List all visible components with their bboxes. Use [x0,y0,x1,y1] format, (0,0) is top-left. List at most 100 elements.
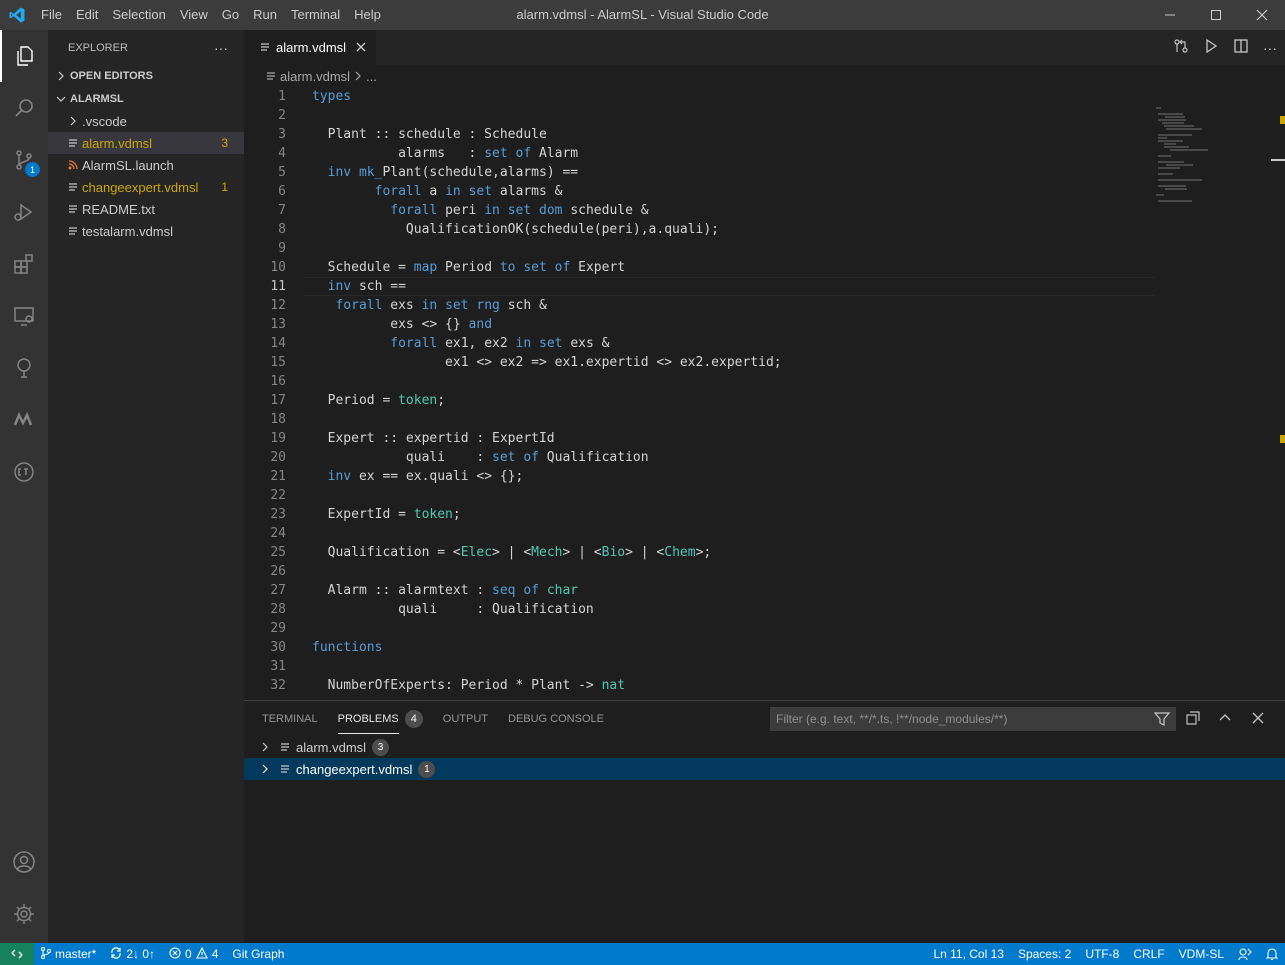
git-branch[interactable]: master* [34,943,103,965]
code-line[interactable]: 9 [244,239,1154,258]
source-control-icon[interactable]: 1 [0,134,48,186]
problem-file-row[interactable]: changeexpert.vdmsl 1 [244,758,1285,780]
tab-terminal[interactable]: TERMINAL [252,701,328,736]
code-line[interactable]: 1 types [244,87,1154,106]
menu-run[interactable]: Run [246,0,284,30]
run-debug-icon[interactable] [0,186,48,238]
maximize-button[interactable] [1193,0,1239,30]
encoding[interactable]: UTF-8 [1078,943,1126,965]
code-line[interactable]: 20 quali : set of Qualification [244,448,1154,467]
code-line[interactable]: 27 Alarm :: alarmtext : seq of char [244,581,1154,600]
file-lines-icon [68,182,82,192]
git-graph-button[interactable]: Git Graph [225,943,291,965]
code-line[interactable]: 23 ExpertId = token; [244,505,1154,524]
maximize-panel-icon[interactable] [1214,707,1236,729]
tab-alarm-vdmsl[interactable]: alarm.vdmsl [244,30,377,65]
close-window-button[interactable] [1239,0,1285,30]
code-line[interactable]: 32 NumberOfExperts: Period * Plant -> na… [244,676,1154,695]
indentation[interactable]: Spaces: 2 [1011,943,1078,965]
code-line[interactable]: 8 QualificationOK(schedule(peri),a.quali… [244,220,1154,239]
file-item-alarmsl-launch[interactable]: AlarmSL.launch [48,154,244,176]
code-line[interactable]: 6 forall a in set alarms & [244,182,1154,201]
code-line[interactable]: 10 Schedule = map Period to set of Exper… [244,258,1154,277]
language-mode[interactable]: VDM-SL [1172,943,1231,965]
tree-view-icon[interactable] [0,342,48,394]
explorer-icon[interactable] [0,30,48,82]
menu-help[interactable]: Help [347,0,388,30]
combinatorial-testing-icon[interactable] [0,446,48,498]
minimap[interactable] [1156,87,1271,700]
file-item-changeexpert[interactable]: changeexpert.vdmsl 1 [48,176,244,198]
menu-selection[interactable]: Selection [105,0,172,30]
code-line[interactable]: 30 functions [244,638,1154,657]
settings-gear-icon[interactable] [0,888,48,940]
problem-file-row[interactable]: alarm.vdmsl 3 [244,736,1285,758]
collapse-all-icon[interactable] [1182,707,1204,729]
code-line[interactable]: 21 inv ex == ex.quali <> {}; [244,467,1154,486]
status-bar: master* 2↓ 0↑ 0 4 Git Graph Ln 11, Col 1… [0,943,1285,965]
close-panel-icon[interactable] [1247,707,1269,729]
code-line[interactable]: 19 Expert :: expertid : ExpertId [244,429,1154,448]
more-actions-icon[interactable]: ··· [1263,40,1277,56]
file-item-vscode[interactable]: .vscode [48,110,244,132]
menu-edit[interactable]: Edit [69,0,105,30]
code-line[interactable]: 2 [244,106,1154,125]
git-sync[interactable]: 2↓ 0↑ [103,943,162,965]
vdm-extension-icon[interactable] [0,394,48,446]
code-line[interactable]: 31 [244,657,1154,676]
code-line[interactable]: 12 forall exs in set rng sch & [244,296,1154,315]
remote-indicator-icon[interactable] [0,943,34,965]
menu-file[interactable]: File [34,0,69,30]
file-item-readme[interactable]: README.txt [48,198,244,220]
split-editor-icon[interactable] [1233,38,1249,57]
file-item-alarm[interactable]: alarm.vdmsl 3 [48,132,244,154]
code-line[interactable]: 29 [244,619,1154,638]
vertical-scrollbar[interactable] [1271,87,1285,700]
breadcrumb-symbol[interactable]: ... [366,69,377,84]
code-line[interactable]: 25 Qualification = <Elec> | <Mech> | <Bi… [244,543,1154,562]
filter-icon[interactable] [1153,711,1171,730]
code-line[interactable]: 13 exs <> {} and [244,315,1154,334]
code-line[interactable]: 28 quali : Qualification [244,600,1154,619]
open-editors-section[interactable]: OPEN EDITORS [48,65,244,87]
code-line[interactable]: 17 Period = token; [244,391,1154,410]
code-line[interactable]: 3 Plant :: schedule : Schedule [244,125,1154,144]
accounts-icon[interactable] [0,836,48,888]
menu-terminal[interactable]: Terminal [284,0,347,30]
menu-go[interactable]: Go [215,0,246,30]
tab-output[interactable]: OUTPUT [433,701,498,736]
code-line[interactable]: 15 ex1 <> ex2 => ex1.expertid <> ex2.exp… [244,353,1154,372]
notifications-bell-icon[interactable] [1259,943,1285,965]
code-line[interactable]: 22 [244,486,1154,505]
code-line[interactable]: 18 [244,410,1154,429]
project-section[interactable]: ALARMSL [48,88,244,110]
breadcrumb-file[interactable]: alarm.vdmsl [280,69,350,84]
line-ending[interactable]: CRLF [1126,943,1171,965]
more-actions-icon[interactable]: ··· [214,40,228,56]
code-line[interactable]: 5 inv mk_Plant(schedule,alarms) == [244,163,1154,182]
search-icon[interactable] [0,82,48,134]
remote-explorer-icon[interactable] [0,290,48,342]
minimize-button[interactable] [1147,0,1193,30]
file-item-testalarm[interactable]: testalarm.vdmsl [48,220,244,242]
cursor-position[interactable]: Ln 11, Col 13 [926,943,1011,965]
code-line[interactable]: 4 alarms : set of Alarm [244,144,1154,163]
problems-filter-input[interactable]: Filter (e.g. text, **/*.ts, !**/node_mod… [770,707,1176,731]
extensions-icon[interactable] [0,238,48,290]
close-tab-icon[interactable] [356,40,366,55]
menu-view[interactable]: View [173,0,215,30]
run-icon[interactable] [1203,38,1219,57]
branch-icon [41,946,51,962]
tab-problems[interactable]: PROBLEMS 4 [328,701,433,736]
open-changes-icon[interactable] [1173,38,1189,57]
code-editor[interactable]: 1 types 2 3 Plant :: schedule : Schedule 4 a… [244,87,1285,700]
problems-status[interactable]: 0 4 [162,943,225,965]
code-line[interactable]: 26 [244,562,1154,581]
feedback-icon[interactable] [1231,943,1259,965]
code-line[interactable]: 16 [244,372,1154,391]
code-line[interactable]: 7 forall peri in set dom schedule & [244,201,1154,220]
code-line[interactable]: 14 forall ex1, ex2 in set exs & [244,334,1154,353]
code-line[interactable]: 11 inv sch == [244,277,1154,296]
code-line[interactable]: 24 [244,524,1154,543]
tab-debug-console[interactable]: DEBUG CONSOLE [498,701,614,736]
